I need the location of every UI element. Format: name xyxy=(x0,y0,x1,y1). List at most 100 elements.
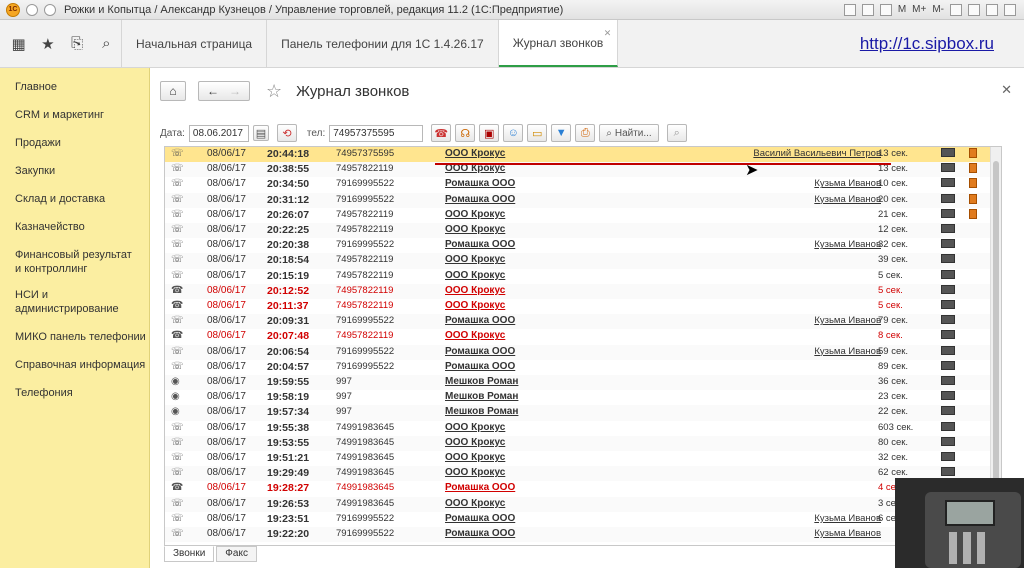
table-row[interactable]: ☏ 08/06/17 20:44:18 74957375595 ООО Крокус Ва… xyxy=(165,147,991,163)
tab-calls[interactable]: Звонки xyxy=(164,546,215,562)
table-row[interactable]: ☏ 08/06/17 20:20:38 79169995522 Ромашка ООО К… xyxy=(165,238,991,253)
recording-icon[interactable] xyxy=(941,163,955,173)
sidebar-item-telephony[interactable]: Телефония xyxy=(0,386,73,400)
table-row[interactable]: ☏ 08/06/17 20:34:50 79169995522 Ромашка ООО К… xyxy=(165,177,991,192)
note-icon[interactable] xyxy=(969,163,977,174)
organization-link[interactable]: ООО Крокус xyxy=(445,148,505,159)
contact-link[interactable]: Кузьма Иванов xyxy=(814,315,881,326)
recording-icon[interactable] xyxy=(941,452,955,461)
organization-link[interactable]: ООО Крокус xyxy=(445,285,505,296)
menu-circle-icon[interactable] xyxy=(44,3,56,16)
table-row[interactable]: ◉ 08/06/17 19:57:34 997 Мешков Роман 22 сек. xyxy=(165,405,991,421)
organization-link[interactable]: Ромашка ООО xyxy=(445,482,515,493)
history-icon[interactable]: ⎘ xyxy=(63,20,92,67)
sidebar-item-purchases[interactable]: Закупки xyxy=(0,164,55,178)
organization-link[interactable]: ООО Крокус xyxy=(445,467,505,478)
sidebar-item-sales[interactable]: Продажи xyxy=(0,136,61,150)
table-row[interactable]: ☏ 08/06/17 20:06:54 79169995522 Ромашка ООО К… xyxy=(165,344,991,360)
recording-icon[interactable] xyxy=(941,436,955,446)
calendar-icon[interactable] xyxy=(843,3,856,16)
table-row[interactable]: ☏ 08/06/17 20:04:57 79169995522 Ромашка ООО 8… xyxy=(165,360,991,375)
sidebar-item-finance[interactable]: Финансовый результат и контроллинг xyxy=(0,248,140,276)
recording-icon[interactable] xyxy=(941,224,955,233)
table-row[interactable]: ☏ 08/06/17 20:22:25 74957822119 ООО Крокус 12… xyxy=(165,223,991,239)
recording-icon[interactable] xyxy=(941,148,955,157)
memory-plus-button[interactable]: M+ xyxy=(912,4,926,15)
save-icon[interactable]: ▣ xyxy=(479,124,500,142)
organization-link[interactable]: ООО Крокус xyxy=(445,498,505,509)
organization-link[interactable]: ООО Крокус xyxy=(445,300,505,311)
organization-link[interactable]: ООО Крокус xyxy=(445,254,505,265)
memory-m-button[interactable]: M xyxy=(898,4,906,15)
filter-funnel-icon[interactable]: ▼ xyxy=(551,124,572,142)
organization-link[interactable]: Мешков Роман xyxy=(445,406,518,417)
back-circle-icon[interactable] xyxy=(26,3,38,16)
organization-link[interactable]: Ромашка ООО xyxy=(445,315,515,326)
table-row[interactable]: ☎ 08/06/17 20:11:37 74957822119 ООО Крокус 5 … xyxy=(165,299,991,314)
sidebar-item-crm[interactable]: CRM и маркетинг xyxy=(0,108,104,122)
tab-telephony-panel[interactable]: Панель телефонии для 1С 1.4.26.17 xyxy=(267,20,499,67)
tab-close-icon[interactable]: ✕ xyxy=(604,28,612,39)
tab-call-log[interactable]: Журнал звонков ✕ xyxy=(498,20,619,67)
organization-link[interactable]: Ромашка ООО xyxy=(445,346,515,357)
maximize-icon[interactable] xyxy=(986,3,998,16)
organization-link[interactable]: Ромашка ООО xyxy=(445,528,515,539)
organization-link[interactable]: Ромашка ООО xyxy=(445,513,515,524)
organization-link[interactable]: ООО Крокус xyxy=(445,330,505,341)
minimize-icon[interactable] xyxy=(968,3,980,16)
sidebar-item-reference[interactable]: Справочная информация xyxy=(0,358,145,372)
recording-icon[interactable] xyxy=(941,467,955,477)
table-row[interactable]: ☎ 08/06/17 19:28:27 74991983645 Ромашка ООО 4… xyxy=(165,481,991,496)
date-field[interactable]: 08.06.2017 xyxy=(188,124,249,142)
clear-search-icon[interactable]: ⌕ xyxy=(666,124,687,142)
recording-icon[interactable] xyxy=(941,193,955,203)
organization-link[interactable]: Мешков Роман xyxy=(445,391,518,402)
organization-link[interactable]: Мешков Роман xyxy=(445,376,518,387)
apps-grid-icon[interactable]: ▦ xyxy=(4,20,33,67)
table-row[interactable]: ☏ 08/06/17 20:26:07 74957822119 ООО Крокус 21… xyxy=(165,208,991,223)
note-icon[interactable] xyxy=(969,178,977,189)
calendar-picker-icon[interactable]: ▤ xyxy=(252,125,269,141)
contact-link[interactable]: Кузьма Иванов xyxy=(814,346,881,357)
sipbox-link[interactable]: http://1c.sipbox.ru xyxy=(860,20,994,67)
table-row[interactable]: ☏ 08/06/17 20:09:31 79169995522 Ромашка ООО К… xyxy=(165,314,991,330)
tab-home[interactable]: Начальная страница xyxy=(122,20,268,67)
organization-link[interactable]: Ромашка ООО xyxy=(445,178,515,189)
back-arrow-icon[interactable]: ← xyxy=(207,84,219,98)
recording-icon[interactable] xyxy=(941,406,955,416)
calculator-icon[interactable] xyxy=(861,3,874,16)
scrollbar-thumb[interactable] xyxy=(993,161,999,481)
contact-link[interactable]: Кузьма Иванов xyxy=(814,194,881,205)
recording-icon[interactable] xyxy=(941,239,955,249)
table-row[interactable]: ☏ 08/06/17 19:29:49 74991983645 ООО Крокус 62… xyxy=(165,466,991,482)
find-button[interactable]: ⌕ Найти... xyxy=(599,124,659,142)
recording-icon[interactable] xyxy=(941,300,955,309)
contact-link[interactable]: Василий Васильевич Петров xyxy=(753,148,881,159)
folder-icon[interactable]: ▭ xyxy=(527,124,548,142)
organization-link[interactable]: Ромашка ООО xyxy=(445,194,515,205)
recording-icon[interactable] xyxy=(941,208,955,218)
table-row[interactable]: ◉ 08/06/17 19:59:55 997 Мешков Роман 36 сек. xyxy=(165,375,991,391)
contact-link[interactable]: Кузьма Иванов xyxy=(814,528,881,539)
table-row[interactable]: ◉ 08/06/17 19:58:19 997 Мешков Роман 23 сек. xyxy=(165,390,991,405)
note-icon[interactable] xyxy=(969,208,977,219)
table-row[interactable]: ☏ 08/06/17 19:53:55 74991983645 ООО Крокус 80… xyxy=(165,435,991,451)
info-icon[interactable] xyxy=(950,3,962,16)
sidebar-item-treasury[interactable]: Казначейство xyxy=(0,220,85,234)
note-icon[interactable] xyxy=(969,193,977,204)
table-row[interactable]: ☏ 08/06/17 20:15:19 74957822119 ООО Крокус 5 … xyxy=(165,269,991,284)
table-row[interactable]: ☎ 08/06/17 20:07:48 74957822119 ООО Крокус 8 … xyxy=(165,329,991,344)
table-row[interactable]: ☏ 08/06/17 19:51:21 74991983645 ООО Крокус 32… xyxy=(165,451,991,466)
favorite-star-icon[interactable]: ☆ xyxy=(266,81,282,102)
note-icon[interactable] xyxy=(969,148,977,158)
recording-icon[interactable] xyxy=(941,178,955,188)
organization-link[interactable]: ООО Крокус xyxy=(445,224,505,235)
table-row[interactable]: ☏ 08/06/17 20:31:12 79169995522 Ромашка ООО К… xyxy=(165,192,991,208)
recording-icon[interactable] xyxy=(941,376,955,385)
organization-link[interactable]: ООО Крокус xyxy=(445,209,505,220)
recording-icon[interactable] xyxy=(941,254,955,264)
table-row[interactable]: ☏ 08/06/17 20:18:54 74957822119 ООО Крокус 39… xyxy=(165,253,991,269)
recording-icon[interactable] xyxy=(941,345,955,355)
contact-link[interactable]: Кузьма Иванов xyxy=(814,513,881,524)
organization-link[interactable]: ООО Крокус xyxy=(445,270,505,281)
